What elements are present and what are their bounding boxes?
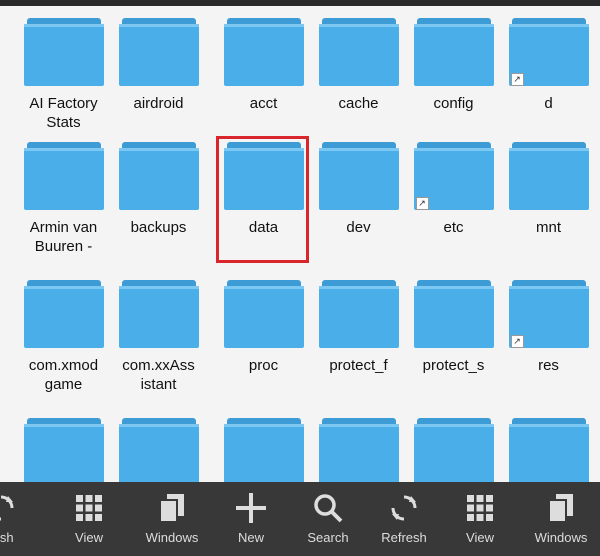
folder-label: res <box>538 357 559 374</box>
folder-label: airdroid <box>133 95 184 112</box>
folder-icon: ↗ <box>508 18 589 88</box>
folder-icon <box>318 142 399 212</box>
folder-item[interactable]: com.xxAss istant <box>111 276 206 406</box>
folder-item[interactable]: protect_f <box>311 276 406 406</box>
folder-item[interactable]: proc <box>216 276 311 406</box>
status-bar-strip <box>0 0 600 6</box>
toolbar-label: resh <box>0 530 14 545</box>
folder-icon <box>223 18 304 88</box>
folder-item[interactable]: backups <box>111 138 206 268</box>
toolbar-label: Windows <box>145 530 199 545</box>
folder-label: Armin van Buuren - <box>29 219 98 255</box>
folder-label: d <box>544 95 553 112</box>
folder-icon <box>318 18 399 88</box>
folder-item[interactable]: Armin van Buuren - <box>16 138 111 268</box>
toolbar-button-refresh[interactable]: Refresh <box>365 482 443 556</box>
folder-label: backups <box>130 219 187 236</box>
folder-label: com.xmod game <box>28 357 99 393</box>
refresh-icon <box>0 488 16 528</box>
folder-icon <box>318 418 399 488</box>
toolbar-button-search[interactable]: Search <box>289 482 367 556</box>
folder-icon <box>118 142 199 212</box>
folder-item[interactable]: mnt <box>501 138 596 268</box>
toolbar-label: Windows <box>534 530 588 545</box>
folder-icon <box>413 18 494 88</box>
folder-item[interactable]: config <box>406 14 501 144</box>
folder-icon <box>23 418 104 488</box>
folder-icon <box>23 18 104 88</box>
folder-label: data <box>248 219 279 236</box>
windows-icon <box>548 488 574 528</box>
folder-icon <box>118 280 199 350</box>
folder-icon <box>118 18 199 88</box>
toolbar-button-view[interactable]: View <box>50 482 128 556</box>
shortcut-link-icon: ↗ <box>415 197 429 210</box>
folder-icon <box>118 418 199 488</box>
folder-item[interactable]: ↗ etc <box>406 138 501 268</box>
toolbar-button-windows[interactable]: Windows <box>522 482 600 556</box>
folder-icon: ↗ <box>413 142 494 212</box>
folder-label: config <box>433 95 474 112</box>
folder-label: dev <box>346 219 371 236</box>
folder-label: com.xxAss istant <box>122 357 195 393</box>
toolbar-label: Refresh <box>381 530 427 545</box>
folder-icon <box>413 280 494 350</box>
plus-icon <box>235 488 267 528</box>
refresh-icon <box>389 488 419 528</box>
folder-icon <box>23 280 104 350</box>
folder-item[interactable]: protect_s <box>406 276 501 406</box>
folder-icon <box>413 418 494 488</box>
folder-label: mnt <box>535 219 561 236</box>
shortcut-link-icon: ↗ <box>510 73 524 86</box>
folder-item[interactable]: cache <box>311 14 406 144</box>
folder-label: cache <box>338 95 379 112</box>
grid-view-icon <box>466 488 494 528</box>
toolbar-button-resh[interactable]: resh <box>0 482 40 556</box>
folder-item[interactable]: acct <box>216 14 311 144</box>
folder-icon <box>223 280 304 350</box>
folder-label: proc <box>248 357 279 374</box>
folder-item[interactable]: dev <box>311 138 406 268</box>
folder-label: protect_s <box>422 357 485 374</box>
folder-icon <box>223 142 304 212</box>
grid-view-icon <box>75 488 103 528</box>
folder-icon <box>318 280 399 350</box>
folder-icon <box>508 142 589 212</box>
folder-item[interactable]: ↗ d <box>501 14 596 144</box>
folder-item[interactable]: AI Factory Stats <box>16 14 111 144</box>
toolbar-label: New <box>237 530 264 545</box>
folder-item[interactable]: ↗ res <box>501 276 596 406</box>
search-icon <box>313 488 343 528</box>
toolbar-button-windows[interactable]: Windows <box>133 482 211 556</box>
toolbar-label: Search <box>307 530 349 545</box>
folder-icon <box>223 418 304 488</box>
folder-icon: ↗ <box>508 280 589 350</box>
shortcut-link-icon: ↗ <box>510 335 524 348</box>
folder-icon <box>23 142 104 212</box>
folder-item[interactable]: airdroid <box>111 14 206 144</box>
toolbar-button-new[interactable]: New <box>212 482 290 556</box>
folder-label: etc <box>443 219 464 236</box>
toolbar-button-view[interactable]: View <box>441 482 519 556</box>
folder-label: acct <box>249 95 278 112</box>
folder-label: AI Factory Stats <box>29 95 98 131</box>
windows-icon <box>159 488 185 528</box>
folder-label: protect_f <box>329 357 388 374</box>
folder-item[interactable]: com.xmod game <box>16 276 111 406</box>
toolbar-label: View <box>466 530 494 545</box>
toolbar-label: View <box>75 530 103 545</box>
bottom-toolbar: resh View Windows New Search Refresh View Windo… <box>0 482 600 556</box>
folder-item[interactable]: data <box>216 138 311 268</box>
folder-icon <box>508 418 589 488</box>
